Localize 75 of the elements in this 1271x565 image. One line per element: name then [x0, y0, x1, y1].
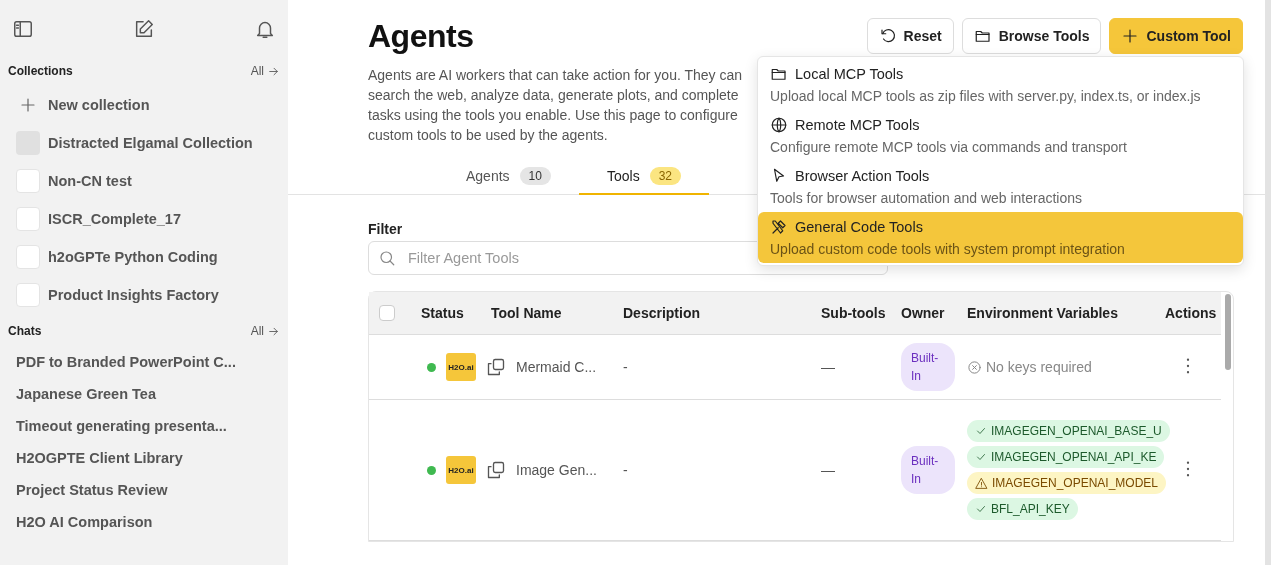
- owner-tag: Built-In: [901, 446, 955, 494]
- scrollbar[interactable]: [1225, 294, 1231, 370]
- column-header: Owner: [891, 292, 957, 335]
- filter-label: Filter: [368, 221, 403, 237]
- check-icon: [975, 425, 987, 437]
- column-header: Tool Name: [481, 292, 613, 335]
- chat-item[interactable]: H2O AI Comparison: [8, 506, 280, 538]
- collection-thumbnail: [16, 207, 40, 231]
- collection-thumbnail: [16, 283, 40, 307]
- copy-icon: [486, 357, 506, 377]
- count-badge: 32: [649, 167, 681, 185]
- collection-thumbnail: [16, 245, 40, 269]
- tools-icon: [770, 218, 788, 236]
- section-title: Chats: [8, 324, 42, 338]
- section-title: Collections: [8, 64, 73, 78]
- warning-icon: [975, 476, 988, 490]
- reset-icon: [878, 27, 897, 45]
- check-icon: [975, 451, 987, 463]
- collection-item[interactable]: h2oGPTe Python Coding: [8, 238, 280, 276]
- env-var-tag: IMAGEGEN_OPENAI_BASE_U: [967, 420, 1170, 442]
- scrollbar[interactable]: [1265, 0, 1271, 565]
- sidebar-toggle-icon: [12, 18, 34, 40]
- collection-item[interactable]: Product Insights Factory: [8, 276, 280, 314]
- tool-name: Mermaid C...: [516, 359, 597, 375]
- column-header: Description: [613, 292, 811, 335]
- x-circle-icon: [967, 359, 982, 375]
- more-icon[interactable]: [1186, 460, 1190, 477]
- env-var-tag: BFL_API_KEY: [967, 498, 1078, 520]
- env-var-tag: IMAGEGEN_OPENAI_MODEL: [967, 472, 1167, 494]
- table-cell: -: [613, 399, 811, 541]
- column-header: Actions: [1155, 292, 1221, 335]
- search-icon: [378, 249, 396, 267]
- env-var-tag: No keys required: [967, 359, 1092, 375]
- globe-icon: [770, 116, 788, 134]
- logo: H2O.ai: [446, 456, 476, 484]
- page-description: Agents are AI workers that can take action for you. They can search the web, analyze data, generate plots, and complete tasks using the tools you enable. Use this page to configure custom tools to be used by the agents.: [368, 66, 744, 145]
- tool-name: Image Gen...: [516, 462, 597, 478]
- column-header: Environment Variables: [957, 292, 1155, 335]
- copy-icon: [486, 460, 506, 480]
- chat-item[interactable]: PDF to Branded PowerPoint C...: [8, 346, 280, 378]
- tab[interactable]: Tools 32: [578, 159, 709, 195]
- collection-item[interactable]: Non-CN test: [8, 162, 280, 200]
- custom-tool-button[interactable]: Custom Tool: [1109, 18, 1243, 54]
- all-link[interactable]: All: [250, 324, 280, 338]
- more-icon[interactable]: [1186, 357, 1190, 374]
- collection-thumbnail: [16, 169, 40, 193]
- env-var-tag: IMAGEGEN_OPENAI_API_KE: [967, 446, 1165, 468]
- plus-icon: [19, 96, 37, 114]
- chat-item[interactable]: Timeout generating presenta...: [8, 410, 280, 442]
- table-cell: -: [613, 334, 811, 400]
- edit-icon: [133, 18, 155, 40]
- table-cell: —: [811, 334, 891, 400]
- menu-item[interactable]: Local MCP Tools Upload local MCP tools as zip files with server.py, index.ts, or index.js: [758, 59, 1243, 110]
- menu-item[interactable]: Remote MCP Tools Configure remote MCP tools via commands and transport: [758, 110, 1243, 161]
- collection-item[interactable]: Distracted Elgamal Collection: [8, 124, 280, 162]
- column-header: Status: [411, 292, 481, 335]
- collection-item[interactable]: ISCR_Complete_17: [8, 200, 280, 238]
- tab[interactable]: Agents 10: [438, 159, 579, 195]
- chat-item[interactable]: H2OGPTE Client Library: [8, 442, 280, 474]
- select-all-checkbox[interactable]: [379, 305, 395, 321]
- menu-item[interactable]: Browser Action Tools Tools for browser automation and web interactions: [758, 161, 1243, 212]
- page-title: Agents: [368, 18, 474, 55]
- logo: H2O.ai: [446, 353, 476, 381]
- chat-item[interactable]: Project Status Review: [8, 474, 280, 506]
- all-link[interactable]: All: [250, 64, 280, 78]
- reset-button[interactable]: Reset: [866, 18, 954, 54]
- chat-item[interactable]: Japanese Green Tea: [8, 378, 280, 410]
- count-badge: 10: [519, 167, 551, 185]
- collection-item[interactable]: New collection: [8, 86, 280, 124]
- owner-tag: Built-In: [901, 343, 955, 391]
- browse-tools-button[interactable]: Browse Tools: [961, 18, 1102, 54]
- table-cell: —: [811, 399, 891, 541]
- column-header: Sub-tools: [811, 292, 891, 335]
- menu-item[interactable]: General Code Tools Upload custom code tools with system prompt integration: [758, 212, 1243, 263]
- check-icon: [975, 503, 987, 515]
